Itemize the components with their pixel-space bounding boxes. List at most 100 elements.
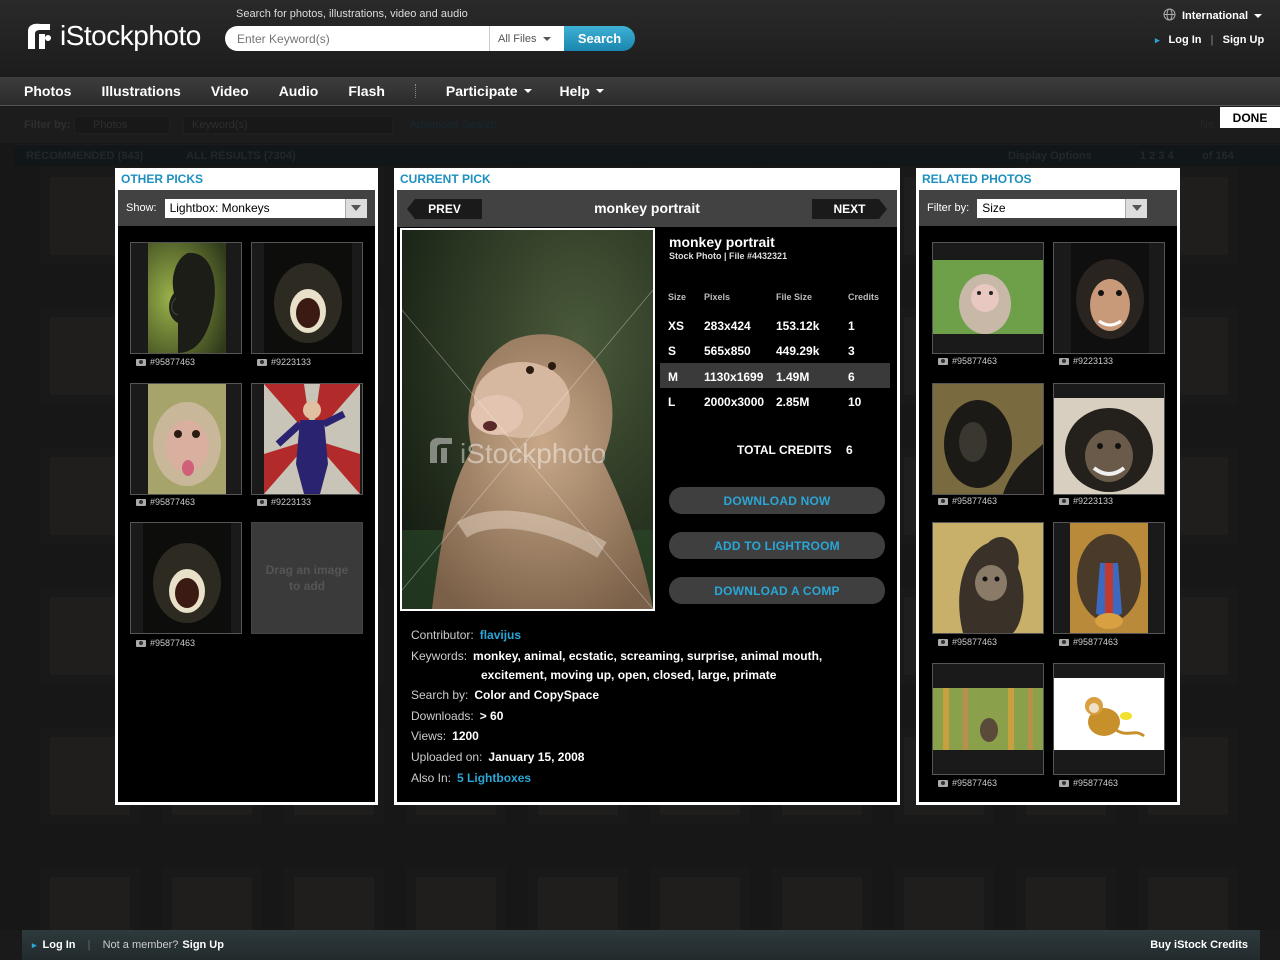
chevron-down-icon — [1125, 198, 1148, 218]
size-option-row[interactable]: L 2000x3000 2.85M 10 — [660, 388, 890, 414]
meta-label: Keywords: — [411, 649, 468, 663]
footer-signup-link[interactable]: Sign Up — [182, 939, 224, 951]
thumb-id: #95877463 — [136, 497, 195, 507]
signup-link[interactable]: Sign Up — [1223, 34, 1265, 46]
region-selector[interactable]: International — [1163, 8, 1263, 24]
other-pick-thumb[interactable] — [130, 383, 242, 495]
meta-keywords-cont: excitement, moving up, open, closed, lar… — [481, 668, 961, 682]
related-thumb[interactable] — [1053, 383, 1165, 495]
download-now-button[interactable]: DOWNLOAD NOW — [669, 487, 885, 514]
thumb-id: #9223133 — [1059, 356, 1113, 366]
related-thumb[interactable] — [1053, 663, 1165, 775]
thumb-id-label: #95877463 — [952, 356, 998, 366]
search-button[interactable]: Search — [564, 26, 635, 51]
thumb-id: #9223133 — [257, 497, 311, 507]
show-filter-row: Show: Lightbox: Monkeys — [118, 190, 375, 226]
main-nav: Photos Illustrations Video Audio Flash P… — [0, 77, 1280, 106]
other-pick-thumb[interactable] — [130, 242, 242, 354]
nav-audio[interactable]: Audio — [279, 83, 319, 99]
next-button[interactable]: NEXT — [812, 199, 887, 219]
search-input[interactable] — [237, 31, 487, 46]
size-code: L — [668, 395, 676, 409]
thumb-id-label: #95877463 — [1073, 778, 1119, 788]
add-to-lightroom-button[interactable]: ADD TO LIGHTROOM — [669, 532, 885, 559]
camera-icon — [136, 639, 146, 647]
istock-logo[interactable]: iStockphoto — [24, 20, 201, 52]
bamboo-monkey-image — [933, 688, 1043, 750]
drop-zone[interactable]: Drag an image to add — [251, 522, 363, 634]
other-pick-thumb[interactable] — [251, 242, 363, 354]
monkey-portrait-image — [402, 230, 653, 609]
footer-login-link[interactable]: Log In — [43, 939, 76, 951]
done-button[interactable]: DONE — [1220, 107, 1280, 128]
related-thumb[interactable] — [932, 383, 1044, 495]
nav-help[interactable]: Help — [560, 83, 604, 99]
filter-label: Filter by: — [927, 202, 970, 214]
size-option-row[interactable]: XS 283x424 153.12k 1 — [660, 312, 890, 338]
related-thumb[interactable] — [932, 663, 1044, 775]
camera-icon — [938, 638, 948, 646]
current-pick-title: CURRENT PICK — [397, 168, 897, 190]
nav-divider — [414, 84, 416, 98]
macaque-tongue-image — [148, 384, 226, 494]
camera-icon — [938, 497, 948, 505]
size-file-size: 2.85M — [776, 395, 810, 409]
thumb-id: #95877463 — [938, 356, 997, 366]
login-link[interactable]: Log In — [1169, 34, 1202, 46]
other-picks-panel: OTHER PICKS Show: Lightbox: Monkeys #958… — [115, 168, 378, 805]
nav-participate[interactable]: Participate — [446, 83, 532, 99]
gorilla-image — [933, 384, 1043, 494]
size-option-row-selected[interactable]: M 1130x1699 1.49M 6 — [660, 362, 890, 388]
meta-uploaded: Uploaded on: January 15, 2008 — [411, 750, 891, 764]
contributor-link[interactable]: flavijus — [480, 628, 521, 642]
nav-photos[interactable]: Photos — [24, 83, 71, 99]
file-type-label: All Files — [498, 32, 537, 45]
size-code: S — [668, 344, 677, 358]
macaque-looking-up-image — [933, 260, 1043, 334]
not-member-text: Not a member? — [102, 939, 179, 951]
size-option-row[interactable]: S 565x850 449.29k 3 — [660, 337, 890, 363]
meta-contributor: Contributor: flavijus — [411, 628, 891, 642]
other-picks-title: OTHER PICKS — [118, 168, 375, 190]
size-file-size: 153.12k — [776, 318, 820, 333]
lightbox-select-value: Lightbox: Monkeys — [169, 200, 270, 215]
other-pick-thumb[interactable] — [130, 522, 242, 634]
download-comp-button[interactable]: DOWNLOAD A COMP — [669, 577, 885, 604]
col-pixels: Pixels — [704, 292, 731, 302]
downloads-value: > 60 — [479, 709, 504, 723]
nav-video[interactable]: Video — [211, 83, 249, 99]
related-photos-title: RELATED PHOTOS — [919, 168, 1177, 190]
thumb-id: #95877463 — [136, 357, 195, 367]
meta-label: Uploaded on: — [411, 750, 483, 764]
related-thumb[interactable] — [1053, 522, 1165, 634]
thumb-id-label: #95877463 — [952, 637, 998, 647]
size-credits: 3 — [848, 344, 855, 358]
col-size: Size — [668, 292, 687, 302]
gorilla-scream-image — [143, 523, 231, 633]
related-thumb[interactable] — [932, 522, 1044, 634]
divider: | — [1210, 34, 1214, 46]
lightboxes-link[interactable]: 5 Lightboxes — [457, 771, 531, 785]
thumb-id-label: #95877463 — [952, 496, 998, 506]
meta-downloads: Downloads: > 60 — [411, 709, 891, 723]
size-table: Size Pixels File Size Credits XS 283x424… — [660, 286, 890, 414]
size-pixels: 1130x1699 — [704, 369, 764, 384]
nav-illustrations[interactable]: Illustrations — [101, 83, 180, 99]
other-pick-thumb[interactable] — [251, 383, 363, 495]
buy-credits-link[interactable]: Buy iStock Credits — [1150, 939, 1248, 951]
thumb-id-label: #95877463 — [150, 638, 196, 648]
thumb-id-label: #9223133 — [1073, 496, 1114, 506]
camera-icon — [1059, 357, 1069, 365]
lightbox-select[interactable]: Lightbox: Monkeys — [164, 198, 367, 218]
nav-flash[interactable]: Flash — [348, 83, 385, 99]
related-thumb[interactable] — [932, 242, 1044, 354]
chevron-down-icon — [344, 198, 367, 218]
thumb-id: #95877463 — [938, 637, 997, 647]
meta-label: Downloads: — [411, 709, 474, 723]
file-type-select[interactable]: All Files — [489, 26, 551, 51]
related-thumb[interactable] — [1053, 242, 1165, 354]
related-size-select[interactable]: Size — [977, 198, 1148, 218]
camera-icon — [136, 498, 146, 506]
chimp-grin-image — [1054, 398, 1164, 494]
main-photo[interactable]: iStockphoto — [400, 228, 655, 611]
